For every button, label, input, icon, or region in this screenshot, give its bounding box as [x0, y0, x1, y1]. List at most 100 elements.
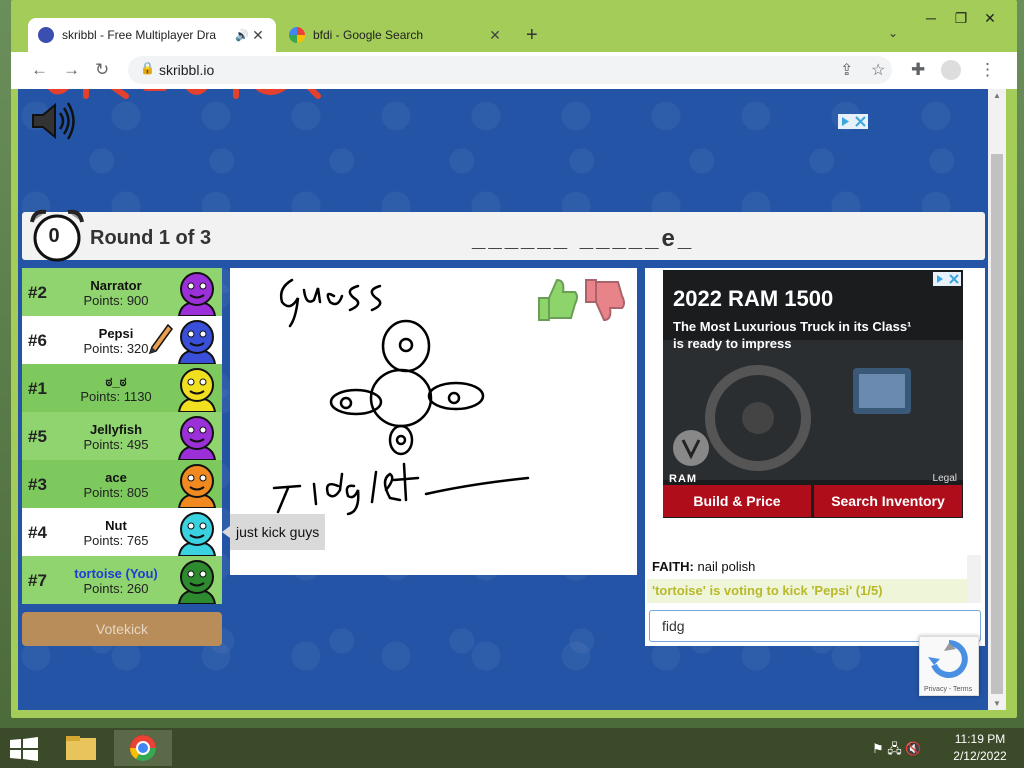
right-panel: 2022 RAM 1500 The Most Luxurious Truck i… — [645, 268, 985, 646]
word-hint: ______ _____e_ — [472, 225, 695, 252]
system-tray-icons[interactable]: ⚑ 🖧 🔇 — [872, 740, 922, 762]
drawing-pencil-icon — [148, 323, 173, 355]
address-bar[interactable]: 🔒 skribbl.io ⇪ ☆ — [128, 56, 892, 84]
minimize-icon[interactable]: ─ — [919, 10, 943, 26]
thumbs-down-icon[interactable] — [582, 276, 626, 324]
scroll-thumb[interactable] — [991, 154, 1003, 694]
ad-subtext: The Most Luxurious Truck in its Class¹ i… — [673, 319, 912, 351]
chat-log: FAITH: nail polish 'tortoise' is voting … — [647, 555, 981, 603]
player-row[interactable]: #4 Nut Points: 765 — [22, 508, 222, 556]
profile-icon[interactable] — [941, 60, 961, 80]
new-tab-button[interactable]: + — [526, 24, 538, 47]
browser-toolbar: ← → ↻ 🔒 skribbl.io ⇪ ☆ ✚ ⋮ — [11, 52, 1017, 89]
close-window-icon[interactable]: ✕ — [978, 10, 1002, 27]
player-rank: #2 — [28, 283, 47, 302]
player-avatar-icon — [177, 560, 217, 604]
close-tab-icon[interactable]: ✕ — [487, 27, 503, 44]
chat-author: FAITH: — [652, 559, 694, 574]
ad-headline: 2022 RAM 1500 — [673, 286, 834, 311]
lock-icon: 🔒 — [140, 61, 155, 75]
player-row[interactable]: #1 ಠ_ಠ Points: 1130 — [22, 364, 222, 412]
player-avatar-icon — [177, 416, 217, 460]
player-row[interactable]: #3 ace Points: 805 — [22, 460, 222, 508]
ad-close-icon[interactable] — [933, 272, 961, 286]
ad-build-button[interactable]: Build & Price — [663, 485, 811, 517]
player-rank: #7 — [28, 571, 47, 590]
player-points: Points: 900 — [83, 293, 149, 308]
chrome-taskbar-icon[interactable] — [114, 730, 172, 766]
chat-text: nail polish — [697, 559, 756, 574]
player-name: Nut — [105, 518, 127, 533]
round-header: 0 Round 1 of 3 ______ _____e_ — [22, 209, 985, 262]
skribbl-logo — [46, 89, 326, 110]
extensions-icon[interactable]: ✚ — [911, 60, 925, 80]
maximize-icon[interactable]: ❐ — [949, 10, 973, 27]
chat-scrollbar[interactable] — [967, 555, 981, 603]
chat-bubble: just kick guys — [221, 514, 326, 550]
player-points: Points: 260 — [83, 581, 149, 596]
player-name: Jellyfish — [89, 422, 143, 437]
sound-toggle-icon[interactable] — [29, 101, 77, 141]
page-scrollbar[interactable]: ▲ ▼ — [988, 89, 1006, 710]
taskbar-date: 2/12/2022 — [953, 749, 1007, 763]
player-points: Points: 1130 — [80, 389, 152, 404]
votekick-button[interactable]: Votekick — [22, 612, 222, 646]
player-rank: #5 — [28, 427, 47, 446]
thumbs-up-icon[interactable] — [535, 276, 579, 324]
tab-search-icon[interactable]: ⌄ — [888, 26, 898, 40]
bookmark-star-icon[interactable]: ☆ — [871, 60, 885, 80]
tab-title: skribbl - Free Multiplayer Dra — [62, 28, 217, 42]
player-avatar-icon — [177, 368, 217, 412]
back-icon[interactable]: ← — [31, 60, 48, 80]
google-favicon-icon — [289, 27, 305, 43]
round-label: Round 1 of 3 — [90, 227, 212, 249]
skribbl-favicon-icon — [38, 27, 54, 43]
player-points: Points: 765 — [83, 533, 149, 548]
player-rank: #1 — [28, 379, 47, 398]
player-avatar-icon — [177, 320, 217, 364]
chat-vote-message: 'tortoise' is voting to kick 'Pepsi' (1/… — [647, 579, 981, 603]
file-explorer-icon[interactable] — [52, 730, 110, 766]
forward-icon[interactable]: → — [63, 60, 80, 80]
ad-banner[interactable]: 2022 RAM 1500 The Most Luxurious Truck i… — [663, 270, 963, 518]
player-row[interactable]: #2 Narrator Points: 900 — [22, 268, 222, 316]
ad-search-button[interactable]: Search Inventory — [814, 485, 962, 517]
timer-value: 0 — [48, 225, 60, 247]
player-row[interactable]: #5 Jellyfish Points: 495 — [22, 412, 222, 460]
tab-google[interactable]: bfdi - Google Search ✕ — [279, 18, 513, 52]
reload-icon[interactable]: ↻ — [95, 60, 109, 80]
player-row[interactable]: #7 tortoise (You) Points: 260 — [22, 556, 222, 604]
close-tab-icon[interactable]: ✕ — [250, 27, 266, 44]
chat-message: FAITH: nail polish — [647, 555, 981, 579]
player-avatar-icon — [177, 464, 217, 508]
player-list: #2 Narrator Points: 900 #6 Pepsi Points: 320 #… — [22, 268, 222, 604]
recaptcha-icon — [928, 640, 968, 678]
player-points: Points: 805 — [83, 485, 149, 500]
player-row[interactable]: #6 Pepsi Points: 320 — [22, 316, 222, 364]
player-points: Points: 495 — [83, 437, 149, 452]
player-avatar-icon — [177, 272, 217, 316]
scroll-down-icon[interactable]: ▼ — [993, 699, 1001, 708]
tab-skribbl[interactable]: skribbl - Free Multiplayer Dra 🔊 ✕ — [28, 18, 276, 52]
player-rank: #4 — [28, 523, 47, 542]
speaker-icon[interactable]: 🔊 — [234, 29, 250, 42]
taskbar: ⚑ 🖧 🔇 11:19 PM 2/12/2022 — [0, 728, 1024, 768]
player-name: ace — [105, 470, 127, 485]
player-rank: #3 — [28, 475, 47, 494]
recaptcha-badge[interactable]: Privacy - Terms — [919, 636, 979, 696]
player-name: ಠ_ಠ — [105, 374, 127, 389]
windows-start-icon[interactable] — [10, 737, 38, 761]
taskbar-time: 11:19 PM — [954, 732, 1006, 746]
player-name: tortoise (You) — [74, 566, 158, 581]
player-name: Narrator — [90, 278, 142, 293]
player-rank: #6 — [28, 331, 47, 350]
adchoices-icon[interactable] — [838, 114, 868, 129]
scroll-up-icon[interactable]: ▲ — [993, 91, 1001, 100]
menu-icon[interactable]: ⋮ — [979, 60, 996, 80]
url-text: skribbl.io — [159, 62, 215, 78]
share-icon[interactable]: ⇪ — [840, 60, 853, 80]
recaptcha-links[interactable]: Privacy - Terms — [924, 686, 972, 693]
ad-legal-link[interactable]: Legal — [933, 473, 957, 484]
ad-brand: RAM — [669, 473, 698, 485]
tab-title: bfdi - Google Search — [313, 28, 424, 42]
